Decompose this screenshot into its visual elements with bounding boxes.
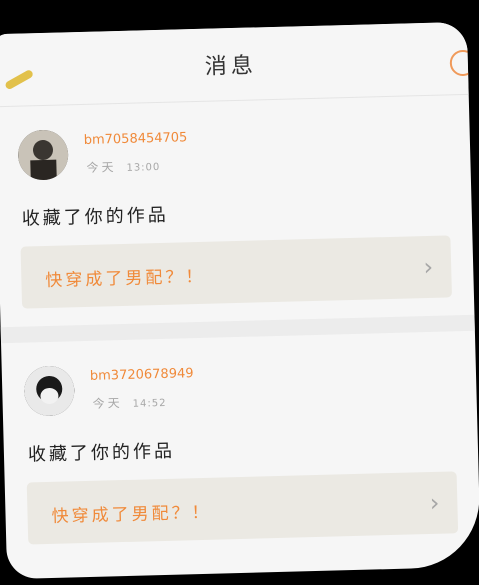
username[interactable]: bm7058454705 xyxy=(84,130,188,148)
timestamp-day: 今天 xyxy=(92,396,123,411)
work-title: 快穿成了男配？！ xyxy=(51,502,212,527)
username[interactable]: bm3720678949 xyxy=(90,366,194,384)
header: 消息 xyxy=(0,21,477,108)
work-link[interactable]: 快穿成了男配？！ › xyxy=(20,235,452,309)
work-title: 快穿成了男配？！ xyxy=(45,266,206,292)
chevron-right-icon: › xyxy=(429,488,440,518)
chevron-right-icon: › xyxy=(423,252,434,282)
timestamp: 今天 14:52 xyxy=(92,393,166,412)
avatar[interactable] xyxy=(17,129,69,181)
timestamp-time: 13:00 xyxy=(126,161,161,174)
messages-card: 消息 bm7058454705 今天 13:00 收藏了你的作品 快穿成了男配？！… xyxy=(0,21,479,580)
message-text: 收藏了你的作品 xyxy=(27,440,176,466)
avatar[interactable] xyxy=(23,365,75,417)
page-title: 消息 xyxy=(204,53,258,80)
timestamp: 今天 13:00 xyxy=(86,157,160,176)
message-item: bm7058454705 今天 13:00 收藏了你的作品 快穿成了男配？！ › xyxy=(0,95,474,327)
more-icon[interactable] xyxy=(449,49,477,77)
message-text: 收藏了你的作品 xyxy=(21,204,170,230)
work-link[interactable]: 快穿成了男配？！ › xyxy=(26,471,459,545)
timestamp-time: 14:52 xyxy=(132,397,167,410)
timestamp-day: 今天 xyxy=(86,160,117,175)
message-item: bm3720678949 今天 14:52 收藏了你的作品 快穿成了男配？！ › xyxy=(1,331,479,563)
